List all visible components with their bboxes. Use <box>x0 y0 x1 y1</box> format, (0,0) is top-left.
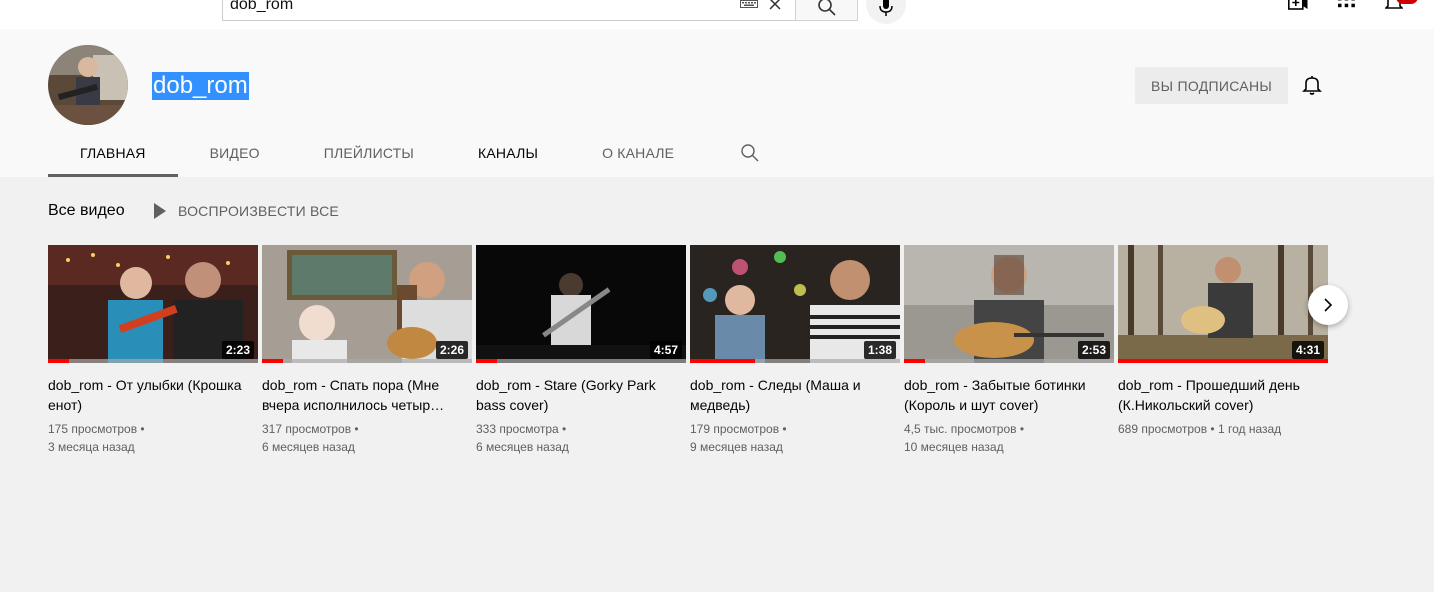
section-title[interactable]: Все видео <box>48 201 125 221</box>
watch-progress <box>48 359 258 363</box>
video-meta: 317 просмотров • 6 месяцев назад <box>262 422 359 454</box>
notification-badge <box>1396 0 1418 4</box>
bell-icon[interactable] <box>1300 73 1324 97</box>
video-views: 4,5 тыс. просмотров <box>904 422 1017 436</box>
video-thumbnail[interactable]: 2:26 <box>262 245 472 363</box>
video-duration: 2:23 <box>221 341 254 359</box>
watch-progress <box>1118 359 1328 363</box>
watch-progress <box>262 359 472 363</box>
search-button[interactable] <box>795 0 858 21</box>
video-age: 3 месяца назад <box>48 440 135 454</box>
create-video-icon[interactable] <box>1288 0 1308 10</box>
video-meta: 179 просмотров • 9 месяцев назад <box>690 422 787 454</box>
video-views: 175 просмотров <box>48 422 138 436</box>
video-card[interactable]: 4:57 dob_rom - Stare (Gorky Park bass co… <box>476 245 686 456</box>
video-shelf: 2:23 dob_rom - От улыбки (Крошка енот) 1… <box>48 245 1328 465</box>
video-card[interactable]: 2:26 dob_rom - Спать пора (Мне вчера исп… <box>262 245 472 456</box>
video-meta: 689 просмотров • 1 год назад <box>1118 422 1282 436</box>
video-thumbnail[interactable]: 1:38 <box>690 245 900 363</box>
tab-channels[interactable]: КАНАЛЫ <box>446 129 570 177</box>
video-duration: 2:53 <box>1077 341 1110 359</box>
channel-header: dob_rom ВЫ ПОДПИСАНЫ ГЛАВНАЯ ВИДЕО ПЛЕЙЛ… <box>0 29 1434 177</box>
tab-videos[interactable]: ВИДЕО <box>178 129 292 177</box>
video-meta: 4,5 тыс. просмотров • 10 месяцев назад <box>904 422 1025 454</box>
play-all-label: ВОСПРОИЗВЕСТИ ВСЕ <box>178 203 339 219</box>
video-title[interactable]: dob_rom - Прошедший день (К.Никольский c… <box>1118 375 1318 415</box>
channel-name: dob_rom <box>152 72 249 100</box>
video-card[interactable]: 1:38 dob_rom - Следы (Маша и медведь) 17… <box>690 245 900 456</box>
video-duration: 1:38 <box>863 341 896 359</box>
video-views: 179 просмотров <box>690 422 780 436</box>
channel-avatar[interactable] <box>48 45 128 125</box>
video-thumbnail[interactable]: 2:53 <box>904 245 1114 363</box>
mic-icon <box>879 0 893 16</box>
video-meta: 175 просмотров • 3 месяца назад <box>48 422 145 454</box>
video-views: 333 просмотра <box>476 422 559 436</box>
play-icon <box>154 203 166 219</box>
video-views: 317 просмотров <box>262 422 352 436</box>
channel-search-icon[interactable] <box>740 143 760 163</box>
search-box[interactable] <box>222 0 795 21</box>
play-all-button[interactable]: ВОСПРОИЗВЕСТИ ВСЕ <box>154 203 339 219</box>
watch-progress <box>904 359 1114 363</box>
clear-icon[interactable] <box>768 0 782 11</box>
voice-search-button[interactable] <box>866 0 906 24</box>
tab-about[interactable]: О КАНАЛЕ <box>570 129 706 177</box>
tab-playlists[interactable]: ПЛЕЙЛИСТЫ <box>292 129 446 177</box>
video-title[interactable]: dob_rom - От улыбки (Крошка енот) <box>48 375 248 415</box>
video-meta: 333 просмотра • 6 месяцев назад <box>476 422 569 454</box>
keyboard-icon[interactable] <box>740 0 758 8</box>
video-title[interactable]: dob_rom - Спать пора (Мне вчера исполнил… <box>262 375 462 415</box>
search-input[interactable] <box>230 0 710 14</box>
video-thumbnail[interactable]: 4:57 <box>476 245 686 363</box>
watch-progress <box>476 359 686 363</box>
video-age: 6 месяцев назад <box>262 440 355 454</box>
video-card[interactable]: 2:53 dob_rom - Забытые ботинки (Король и… <box>904 245 1114 456</box>
video-title[interactable]: dob_rom - Забытые ботинки (Король и шут … <box>904 375 1104 415</box>
video-thumbnail[interactable]: 2:23 <box>48 245 258 363</box>
video-duration: 2:26 <box>435 341 468 359</box>
watch-progress <box>690 359 900 363</box>
video-age: 1 год назад <box>1217 422 1282 436</box>
video-title[interactable]: dob_rom - Следы (Маша и медведь) <box>690 375 890 415</box>
video-views: 689 просмотров <box>1118 422 1208 436</box>
apps-icon[interactable] <box>1338 0 1355 9</box>
video-duration: 4:31 <box>1291 341 1324 359</box>
shelf-next-button[interactable] <box>1308 285 1348 325</box>
channel-tabs: ГЛАВНАЯ ВИДЕО ПЛЕЙЛИСТЫ КАНАЛЫ О КАНАЛЕ <box>48 129 760 177</box>
video-duration: 4:57 <box>649 341 682 359</box>
video-age: 9 месяцев назад <box>690 440 783 454</box>
video-card[interactable]: 2:23 dob_rom - От улыбки (Крошка енот) 1… <box>48 245 258 456</box>
video-age: 10 месяцев назад <box>904 440 1004 454</box>
subscribed-button[interactable]: ВЫ ПОДПИСАНЫ <box>1135 67 1288 104</box>
masthead <box>0 0 1434 29</box>
tab-home[interactable]: ГЛАВНАЯ <box>48 129 178 177</box>
video-title[interactable]: dob_rom - Stare (Gorky Park bass cover) <box>476 375 676 415</box>
chevron-right-icon <box>1324 298 1333 312</box>
search-icon <box>818 0 836 16</box>
video-age: 6 месяцев назад <box>476 440 569 454</box>
video-thumbnail[interactable]: 4:31 <box>1118 245 1328 363</box>
video-card[interactable]: 4:31 dob_rom - Прошедший день (К.Никольс… <box>1118 245 1328 438</box>
